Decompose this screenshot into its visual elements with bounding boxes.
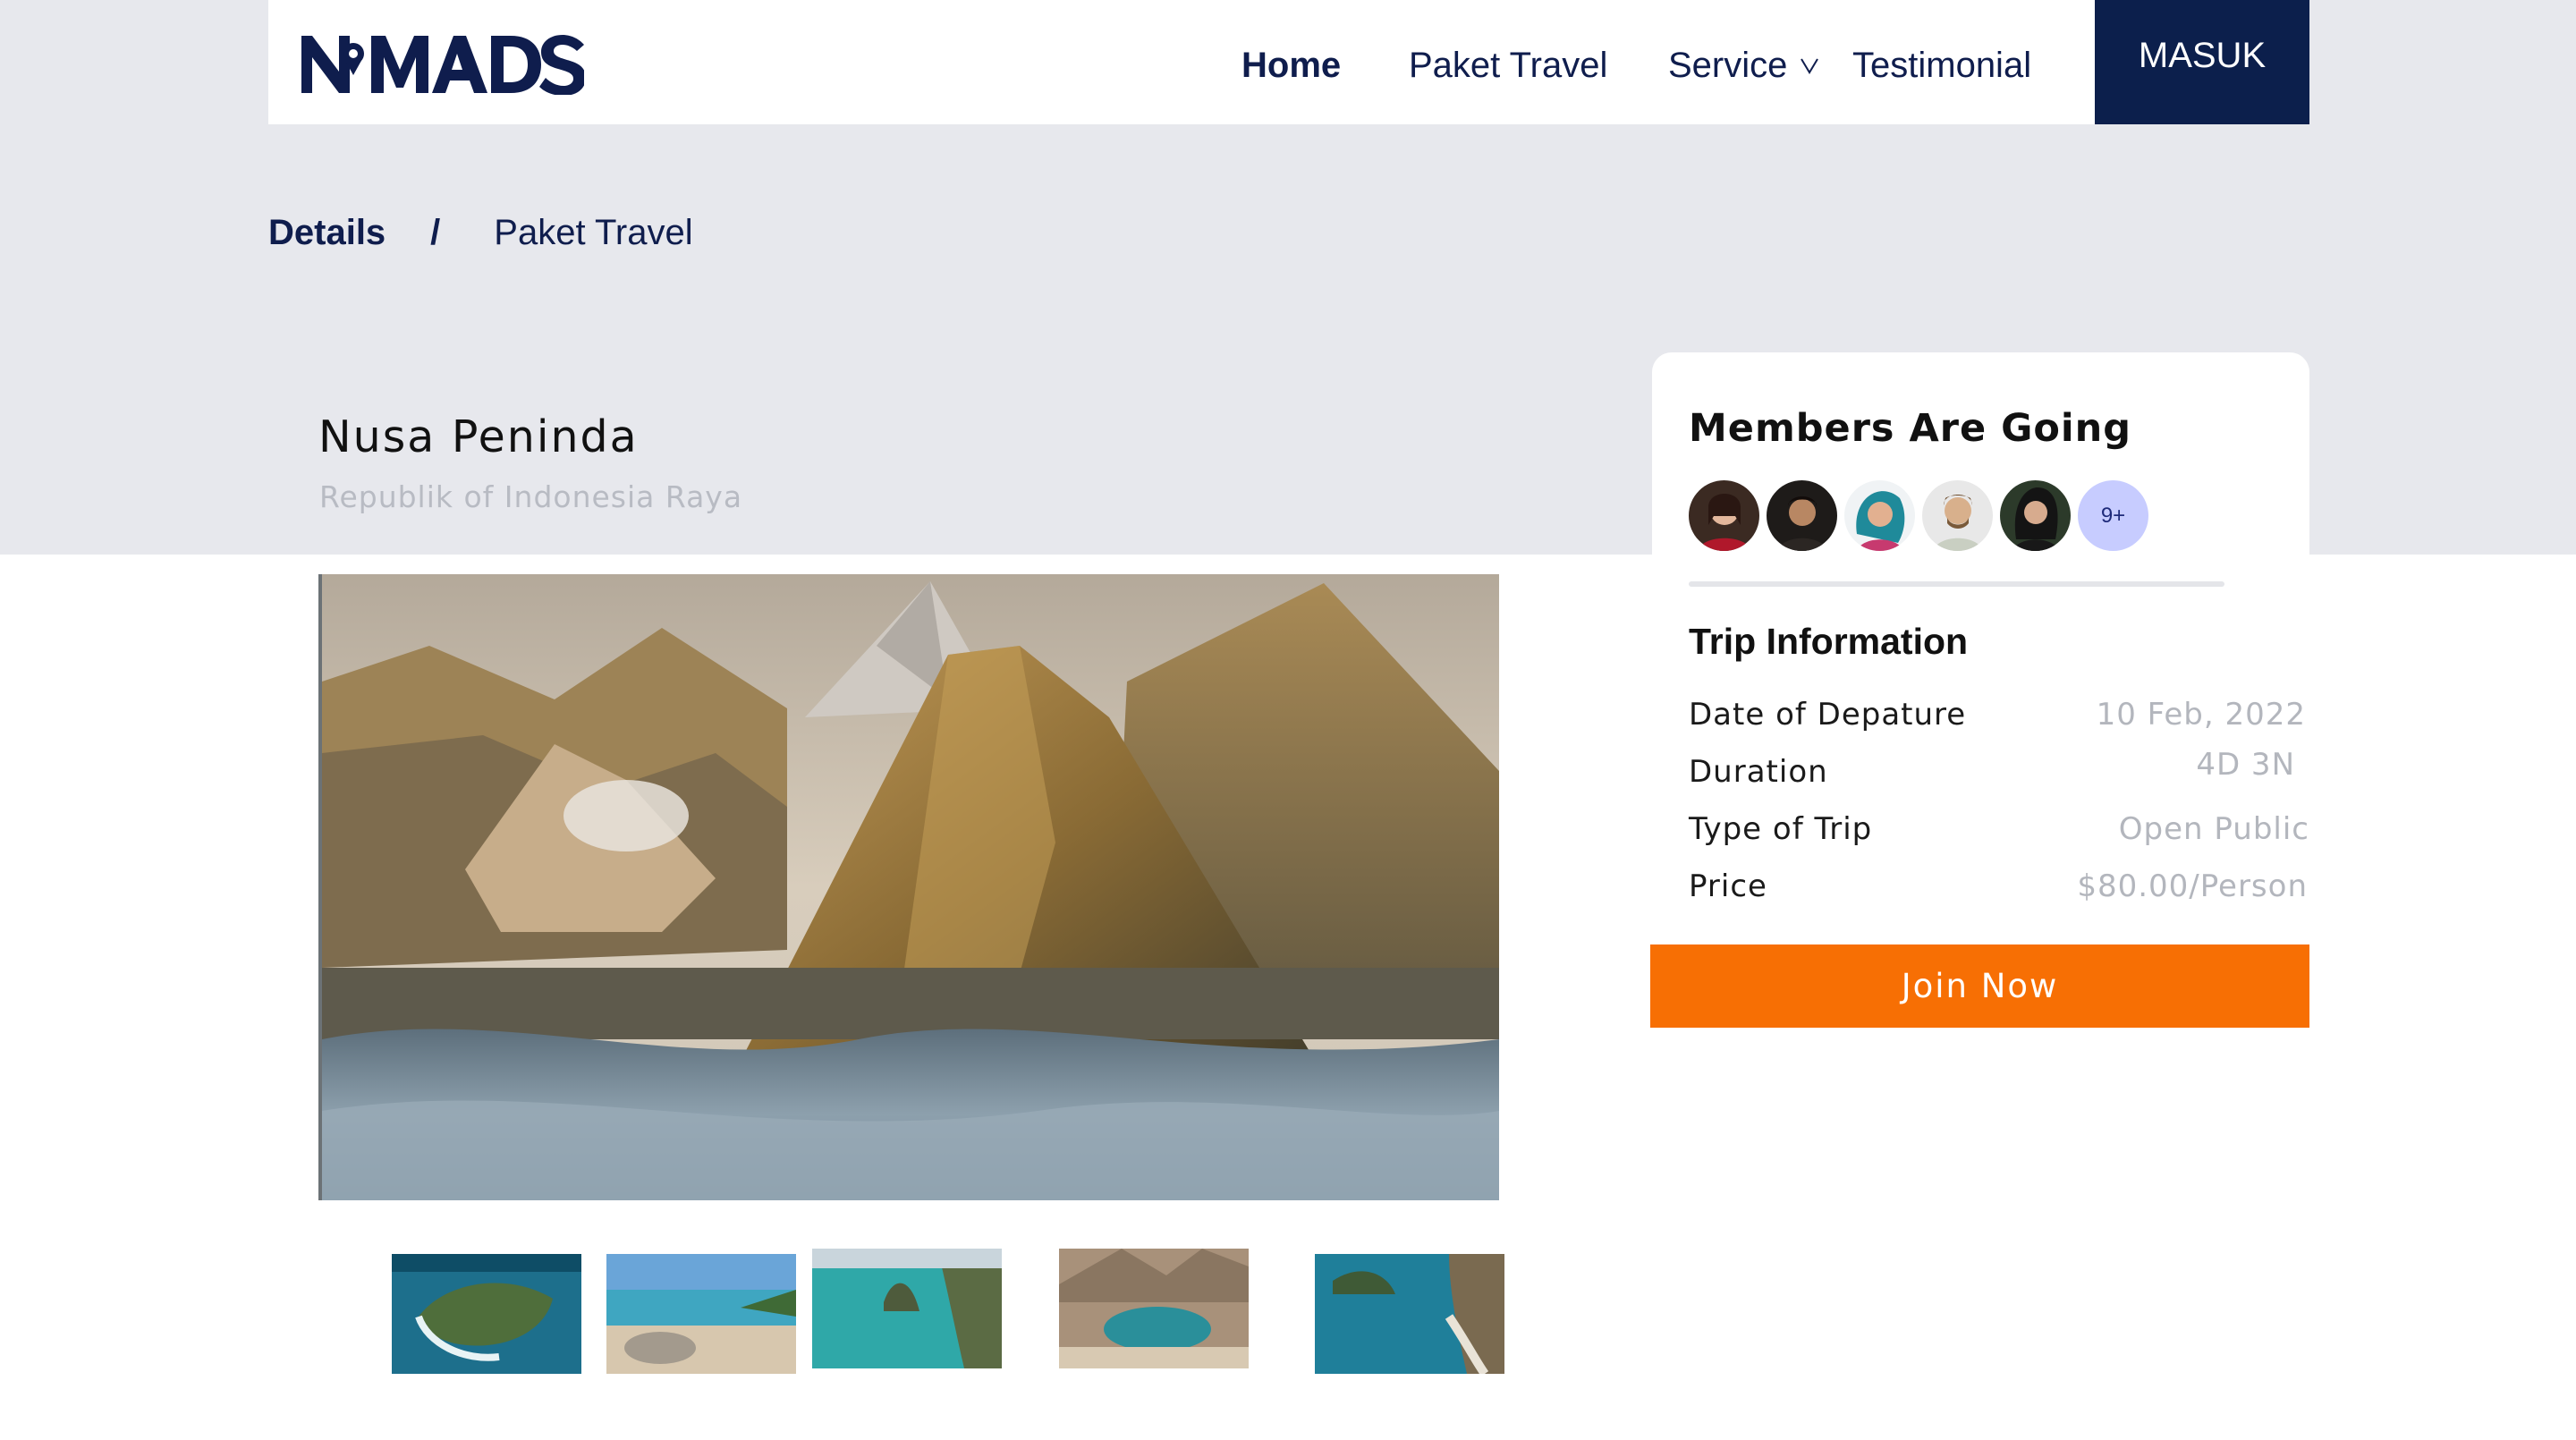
gallery-thumbnail-1[interactable]	[392, 1254, 581, 1374]
nav-service-label: Service	[1668, 46, 1788, 85]
member-avatar-3[interactable]	[1844, 480, 1915, 551]
gallery-thumbnail-3[interactable]	[812, 1249, 1002, 1368]
trip-sidebar-card: Members Are Going 9+ Trip Information Da…	[1650, 352, 2309, 1032]
member-avatar-4[interactable]	[1922, 480, 1993, 551]
main-destination-photo	[318, 574, 1499, 1200]
nav-service-dropdown[interactable]: Service	[1668, 43, 1819, 88]
gallery-thumbnail-5[interactable]	[1315, 1254, 1504, 1374]
trip-value-date: 10 Feb, 2022	[2096, 697, 2306, 733]
chevron-down-icon	[1801, 58, 1819, 74]
destination-title: Nusa Peninda	[318, 411, 639, 462]
members-title: Members Are Going	[1689, 406, 2132, 451]
card-divider	[1689, 581, 2224, 587]
gallery-thumbnail-4[interactable]	[1059, 1249, 1249, 1368]
member-avatar-5[interactable]	[2000, 480, 2071, 551]
nav-testimonial-link[interactable]: Testimonial	[1852, 43, 2031, 88]
breadcrumb: Details / Paket Travel	[268, 213, 693, 253]
member-avatar-1[interactable]	[1689, 480, 1759, 551]
brand-logo[interactable]	[301, 32, 584, 95]
nav-paket-travel-link[interactable]: Paket Travel	[1409, 43, 1607, 88]
login-button[interactable]: MASUK	[2095, 0, 2309, 124]
nomads-logo-icon	[301, 35, 584, 95]
trip-value-type: Open Public	[2118, 811, 2309, 847]
member-avatar-2[interactable]	[1767, 480, 1837, 551]
trip-label-date: Date of Depature	[1689, 697, 1967, 733]
destination-subtitle: Republik of Indonesia Raya	[319, 479, 743, 514]
trip-label-duration: Duration	[1689, 754, 1828, 790]
trip-value-price: $80.00/Person	[2077, 868, 2308, 904]
join-now-button[interactable]: Join Now	[1650, 944, 2309, 1028]
trip-label-price: Price	[1689, 868, 1767, 904]
gallery-thumbnail-2[interactable]	[606, 1254, 796, 1374]
trip-value-duration: 4D 3N	[2196, 747, 2295, 783]
breadcrumb-current: Details	[268, 213, 386, 252]
more-members-badge[interactable]: 9+	[2078, 480, 2148, 551]
nav-home-link[interactable]: Home	[1241, 43, 1341, 88]
trip-info-heading: Trip Information	[1689, 621, 1969, 662]
breadcrumb-separator: /	[430, 213, 441, 252]
breadcrumb-paket-travel-link[interactable]: Paket Travel	[494, 213, 692, 253]
trip-label-type: Type of Trip	[1689, 811, 1873, 847]
